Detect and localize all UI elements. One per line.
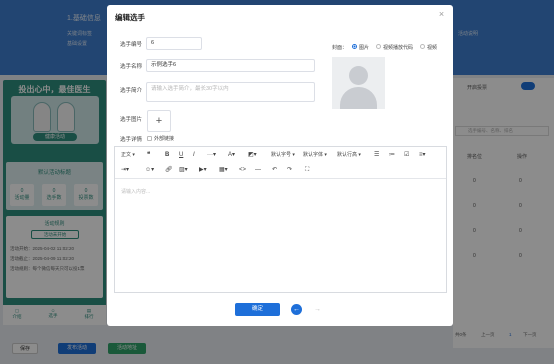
- numbered-list-icon[interactable]: ≔: [389, 151, 395, 159]
- bg-color-icon[interactable]: ◩▾: [248, 151, 257, 159]
- divider-icon[interactable]: —: [255, 166, 261, 174]
- indent-icon[interactable]: ⇥▾: [121, 166, 129, 174]
- cover-option-video-code: 视频播放代码: [383, 45, 414, 51]
- cover-radio-video[interactable]: [420, 44, 425, 49]
- close-icon[interactable]: ×: [437, 10, 446, 19]
- font-size-select[interactable]: 默认字号 ▾: [271, 151, 295, 159]
- number-input[interactable]: 6: [146, 37, 202, 50]
- video-icon[interactable]: ▶▾: [199, 166, 207, 174]
- cover-option-video: 视频: [427, 45, 438, 51]
- cover-option-image: 图片: [359, 45, 370, 51]
- paragraph-select[interactable]: 正文 ▾: [121, 151, 135, 159]
- more-icon[interactable]: ···▾: [207, 151, 216, 159]
- cover-radio-video-code[interactable]: [376, 44, 381, 49]
- intro-textarea[interactable]: 请输入选手简介，最长30字以内: [146, 82, 315, 102]
- align-icon[interactable]: ≡▾: [419, 151, 426, 159]
- quote-icon[interactable]: ❝: [147, 151, 150, 159]
- next-arrow-icon[interactable]: →: [312, 304, 323, 315]
- font-color-icon[interactable]: A▾: [228, 151, 235, 159]
- detail-label: 选手详情: [119, 137, 142, 143]
- avatar-head: [349, 66, 368, 85]
- external-link-checkbox[interactable]: [147, 136, 152, 141]
- editor-toolbar: 正文 ▾ ❝ B U I ···▾ A▾ ◩▾ 默认字号 ▾ 默认字体 ▾ 默认…: [115, 147, 446, 179]
- rich-text-editor: 正文 ▾ ❝ B U I ···▾ A▾ ◩▾ 默认字号 ▾ 默认字体 ▾ 默认…: [114, 146, 447, 293]
- edit-player-dialog: 编辑选手 × 选手编号 6 选手名称 示例选手6 选手简介 请输入选手简介，最长…: [107, 5, 453, 326]
- cover-radio-image[interactable]: [352, 44, 357, 49]
- table-icon[interactable]: ▦▾: [219, 166, 228, 174]
- bullet-list-icon[interactable]: ☰: [374, 151, 379, 159]
- avatar-body: [340, 87, 377, 109]
- intro-label: 选手简介: [119, 88, 142, 94]
- italic-icon[interactable]: I: [193, 151, 195, 159]
- cover-label: 封面：: [332, 45, 348, 51]
- cover-placeholder-image: [332, 57, 385, 109]
- bold-icon[interactable]: B: [165, 151, 169, 159]
- line-height-select[interactable]: 默认行高 ▾: [337, 151, 361, 159]
- external-link-label: 外部链接: [154, 136, 175, 142]
- upload-image-button[interactable]: +: [147, 110, 171, 132]
- emoji-icon[interactable]: ☺▾: [145, 166, 154, 174]
- number-label: 选手编号: [119, 42, 142, 48]
- redo-icon[interactable]: ↷: [287, 166, 292, 174]
- name-label: 选手名称: [119, 64, 142, 70]
- todo-icon[interactable]: ☑: [404, 151, 409, 159]
- editor-content-area[interactable]: 请输入内容...: [115, 180, 446, 292]
- code-icon[interactable]: <>: [239, 166, 246, 174]
- undo-icon[interactable]: ↶: [272, 166, 277, 174]
- editor-placeholder: 请输入内容...: [121, 189, 151, 195]
- name-input[interactable]: 示例选手6: [146, 59, 315, 72]
- confirm-button[interactable]: 确定: [235, 303, 280, 316]
- image-icon[interactable]: ▨▾: [179, 166, 188, 174]
- underline-icon[interactable]: U: [179, 151, 183, 159]
- image-label: 选手图片: [119, 117, 142, 123]
- prev-arrow-icon[interactable]: ←: [291, 304, 302, 315]
- link-icon[interactable]: 🔗︎: [165, 166, 173, 174]
- font-family-select[interactable]: 默认字体 ▾: [303, 151, 327, 159]
- dialog-title: 编辑选手: [115, 13, 145, 22]
- fullscreen-icon[interactable]: ⛶: [305, 166, 309, 174]
